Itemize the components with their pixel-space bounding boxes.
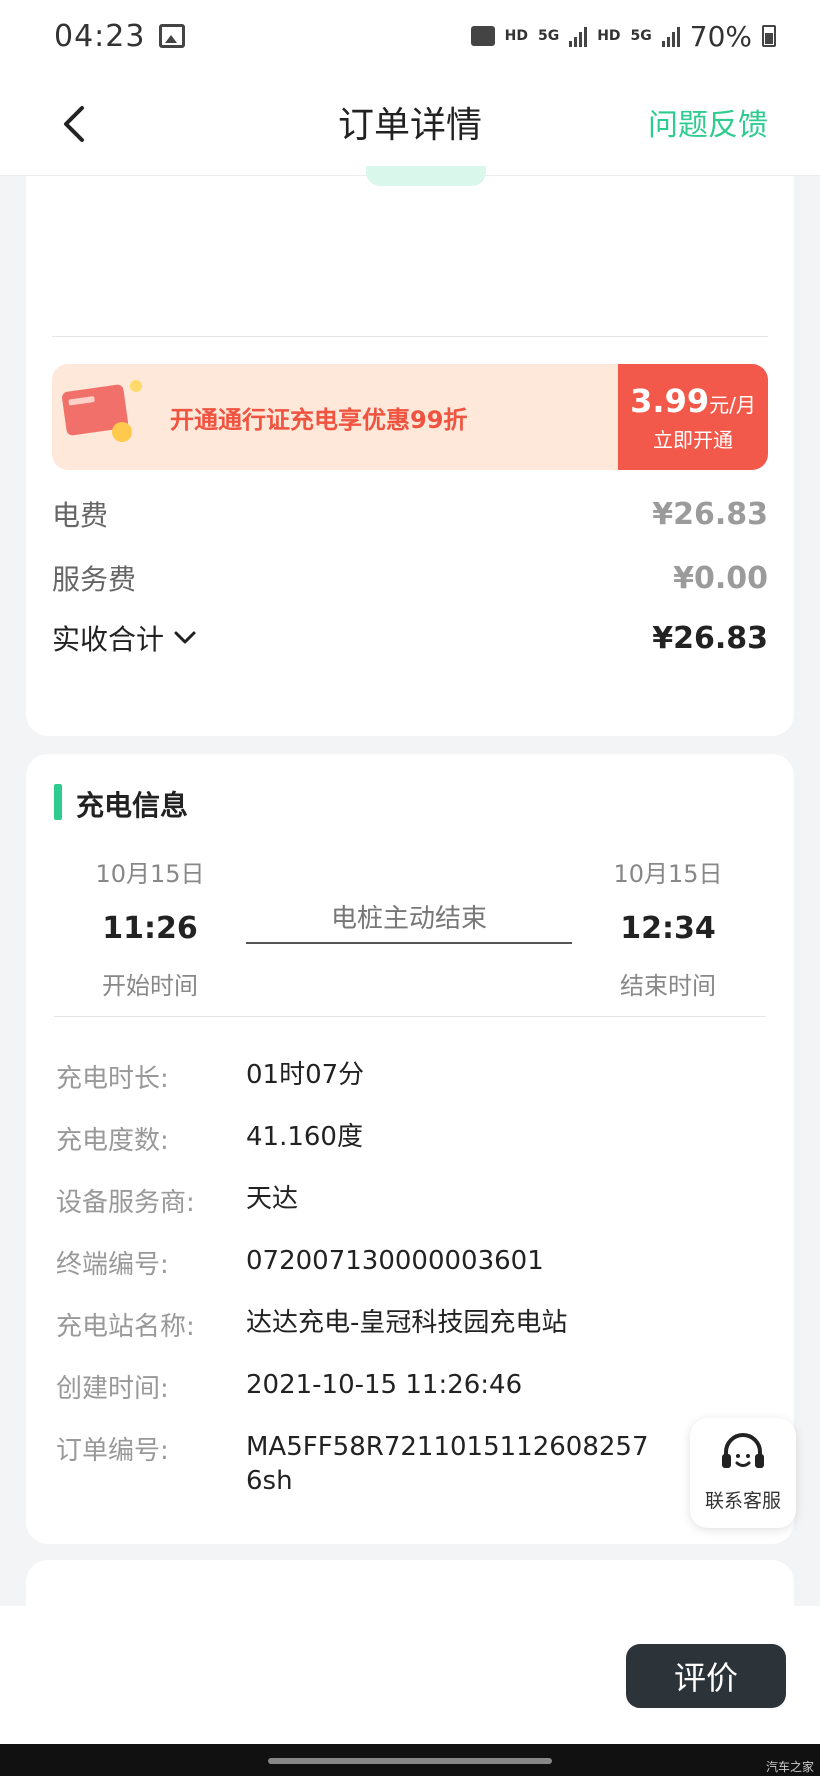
detail-row-created: 创建时间: 2021-10-15 11:26:46 [56, 1368, 764, 1405]
network-type: 5G [537, 28, 560, 44]
divider [54, 1016, 766, 1017]
end-time-block: 10月15日 12:34 结束时间 [578, 854, 758, 1001]
end-time-label: 结束时间 [620, 972, 716, 1000]
total-label: 实收合计 [52, 623, 165, 656]
system-nav-bar [0, 1744, 820, 1776]
service-fee-row: 服务费 ¥0.00 [52, 558, 768, 598]
divider [52, 336, 768, 337]
start-time-label: 开始时间 [102, 972, 198, 1000]
detail-row-provider: 设备服务商: 天达 [56, 1182, 764, 1219]
nav-header: 订单详情 问题反馈 [0, 72, 820, 176]
evaluate-button[interactable]: 评价 [626, 1644, 786, 1708]
total-value: ¥26.83 [652, 620, 768, 656]
detail-label: 创建时间: [56, 1374, 169, 1404]
status-bar: 04:23 HD 5G HD 5G 70% [0, 0, 820, 72]
customer-service-label: 联系客服 [704, 1490, 781, 1512]
detail-value: 41.160度 [246, 1122, 363, 1152]
signal-icon [569, 25, 588, 47]
detail-row-duration: 充电时长: 01时07分 [56, 1058, 764, 1095]
detail-value: 达达充电-皇冠科技园充电站 [246, 1308, 568, 1338]
detail-value: 01时07分 [246, 1060, 365, 1090]
promo-open-button[interactable]: 3.99元/月 立即开通 [618, 364, 768, 470]
detail-label: 充电时长: [56, 1064, 169, 1094]
bottom-action-bar: 评价 [0, 1606, 820, 1744]
hd-indicator-2: HD [597, 28, 621, 44]
promo-price-value: 3.99 [630, 382, 710, 420]
promo-text: 开通通行证充电享优惠99折 [170, 406, 468, 434]
start-time-block: 10月15日 11:26 开始时间 [60, 854, 240, 1001]
service-fee-value: ¥0.00 [673, 560, 768, 596]
promo-price-unit: 元/月 [709, 393, 756, 417]
detail-value: 2021-10-15 11:26:46 [246, 1370, 523, 1400]
promo-banner[interactable]: 开通通行证充电享优惠99折 3.99元/月 立即开通 [52, 364, 768, 470]
electricity-fee-value: ¥26.83 [652, 496, 768, 532]
end-time: 12:34 [620, 911, 716, 946]
promo-price: 3.99元/月 [618, 382, 768, 420]
charging-info-card: 充电信息 10月15日 11:26 开始时间 电桩主动结束 10月15日 12:… [26, 754, 794, 1544]
start-date: 10月15日 [95, 860, 205, 888]
watermark: 汽车之家 [765, 1760, 814, 1774]
timeline-line [246, 942, 572, 944]
detail-row-terminal: 终端编号: 072007130000003601 [56, 1244, 764, 1281]
pass-card-icon [62, 380, 142, 442]
detail-value: 072007130000003601 [246, 1246, 544, 1276]
detail-label: 终端编号: [56, 1250, 169, 1280]
signal-icon-2 [661, 25, 680, 47]
total-row: 实收合计 ¥26.83 [52, 618, 768, 658]
end-reason: 电桩主动结束 [330, 904, 487, 934]
electricity-fee-label: 电费 [52, 499, 109, 532]
total-toggle[interactable]: 实收合计 [52, 618, 196, 658]
detail-label: 充电站名称: [56, 1312, 195, 1342]
service-fee-label: 服务费 [52, 563, 137, 596]
start-time: 11:26 [102, 911, 198, 946]
gallery-notification-icon [159, 24, 186, 48]
promo-cta: 立即开通 [653, 428, 733, 452]
headset-icon [722, 1433, 764, 1468]
hd-indicator: HD [504, 28, 528, 44]
detail-label: 充电度数: [56, 1126, 169, 1156]
electricity-fee-row: 电费 ¥26.83 [52, 494, 768, 534]
detail-label: 订单编号: [56, 1436, 169, 1466]
network-type-2: 5G [630, 28, 652, 44]
customer-service-button[interactable]: 联系客服 [690, 1418, 796, 1528]
detail-value: MA5FF58R72110151126082576sh [246, 1432, 649, 1496]
fee-card: 开通通行证充电享优惠99折 3.99元/月 立即开通 电费 ¥26.83 服务费… [26, 166, 794, 736]
feedback-link[interactable]: 问题反馈 [648, 100, 768, 144]
message-notification-icon [470, 26, 495, 46]
detail-row-station: 充电站名称: 达达充电-皇冠科技园充电站 [56, 1306, 764, 1343]
battery-percent: 70% [689, 19, 752, 53]
chevron-down-icon [174, 631, 196, 644]
detail-label: 设备服务商: [56, 1188, 195, 1218]
section-accent-bar [54, 784, 62, 820]
detail-value: 天达 [246, 1184, 299, 1214]
order-status-badge [366, 166, 486, 186]
section-title: 充电信息 [76, 789, 189, 822]
status-time: 04:23 [54, 18, 146, 54]
end-date: 10月15日 [613, 860, 723, 888]
detail-row-energy: 充电度数: 41.160度 [56, 1120, 764, 1157]
detail-row-order-no: 订单编号: MA5FF58R72110151126082576sh [56, 1430, 664, 1498]
home-indicator[interactable] [268, 1758, 552, 1764]
battery-icon [762, 25, 776, 47]
